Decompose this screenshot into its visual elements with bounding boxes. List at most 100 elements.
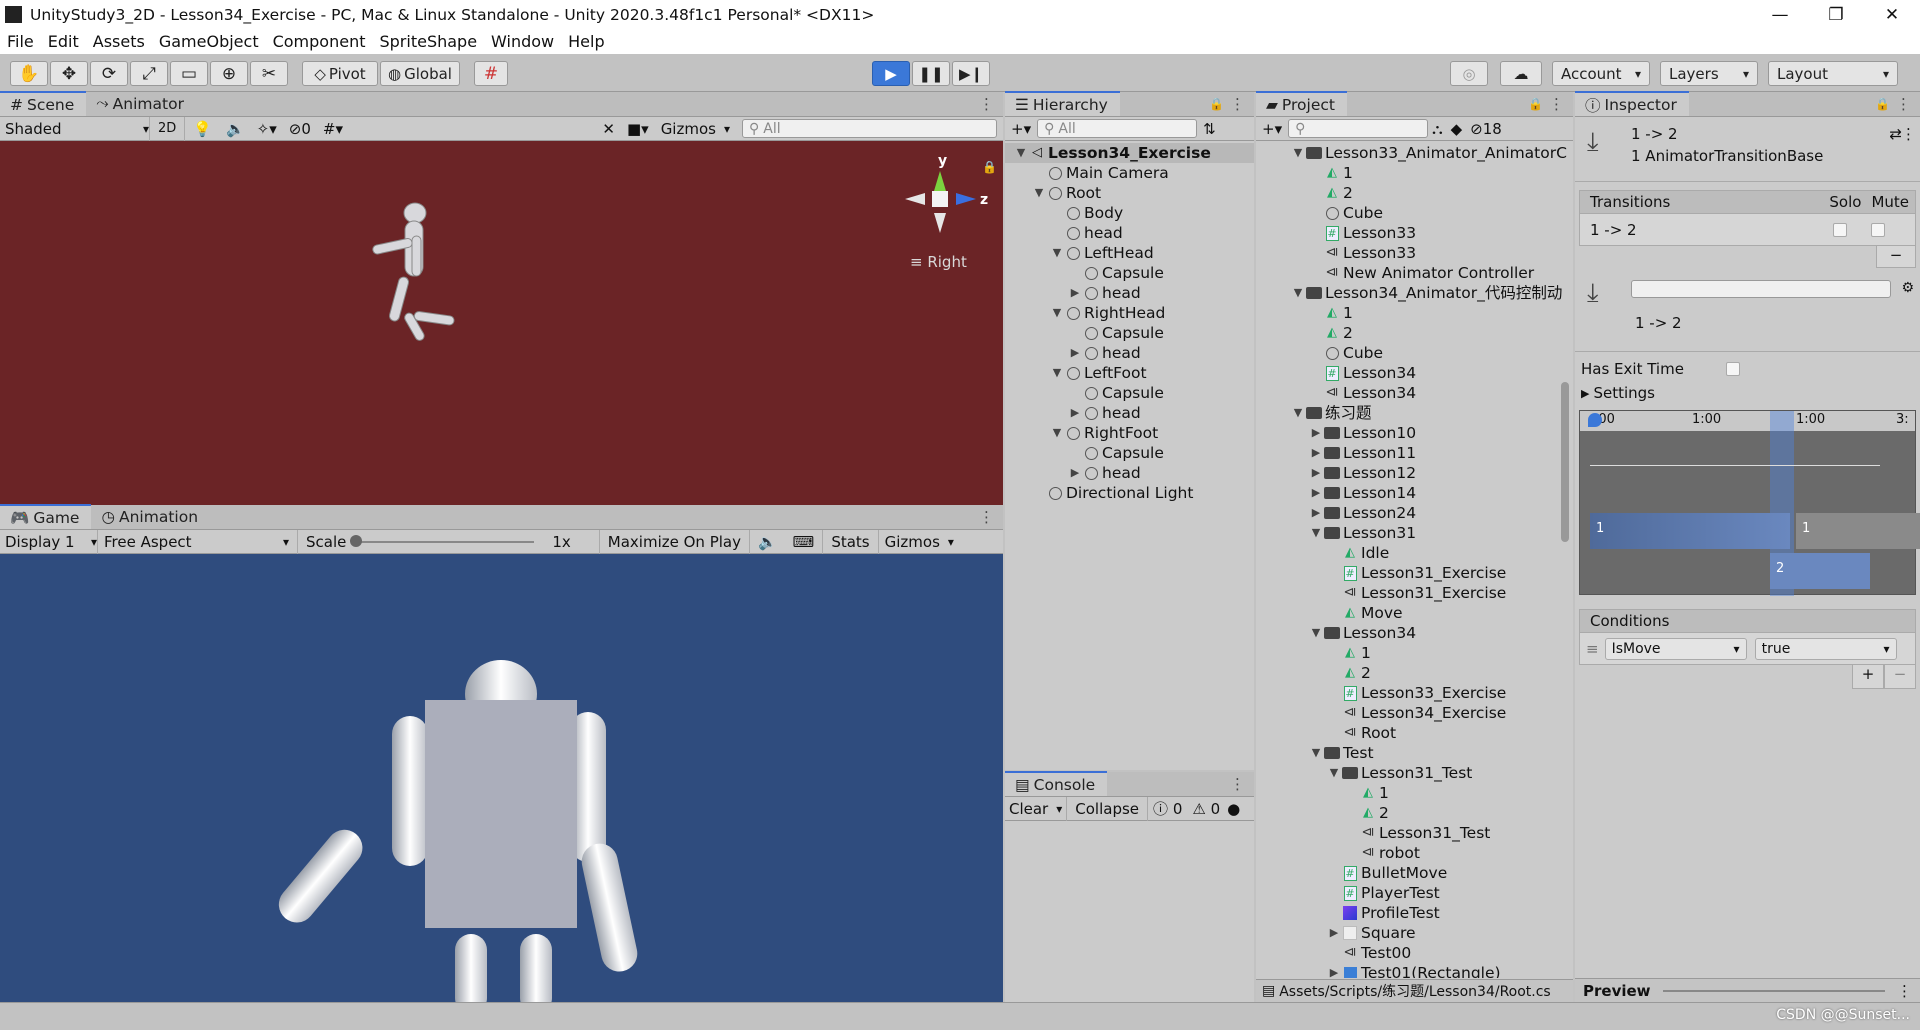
expand-arrow-down-icon[interactable]: ▼ — [1049, 363, 1065, 383]
info-count[interactable]: ⓘ 0 — [1148, 798, 1187, 819]
aspect-dropdown[interactable]: Free Aspect — [98, 529, 298, 554]
lighting-icon[interactable]: 💡 — [185, 120, 220, 138]
warning-count[interactable]: ⚠ 0 — [1187, 800, 1225, 818]
project-item[interactable]: ◭ Move — [1256, 603, 1573, 623]
hierarchy-item[interactable]: Capsule — [1005, 263, 1254, 283]
game-gizmos-dropdown[interactable]: Gizmos — [877, 529, 960, 554]
sort-icon[interactable]: ⇅ — [1197, 120, 1222, 138]
menu-component[interactable]: Component — [266, 32, 373, 51]
clear-button[interactable]: Clear — [1005, 796, 1068, 821]
project-scrollbar-thumb[interactable] — [1561, 382, 1569, 542]
menu-assets[interactable]: Assets — [86, 32, 152, 51]
menu-window[interactable]: Window — [484, 32, 561, 51]
hierarchy-item[interactable]: Body — [1005, 203, 1254, 223]
add-icon[interactable]: +▾ — [1005, 120, 1037, 138]
kebab-icon[interactable]: ⋮ — [979, 95, 1003, 113]
project-item[interactable]: Cube — [1256, 343, 1573, 363]
lock-icon[interactable]: 🔒 — [982, 160, 997, 174]
pause-button[interactable]: ❚❚ — [912, 61, 950, 86]
audio-icon[interactable]: 🔈 — [220, 120, 251, 138]
project-item[interactable]: # PlayerTest — [1256, 883, 1573, 903]
expand-arrow-down-icon[interactable]: ▼ — [1031, 183, 1047, 203]
collapse-toggle[interactable]: Collapse — [1067, 796, 1149, 821]
gear-icon[interactable]: ⚙ — [1901, 280, 1914, 296]
project-item[interactable]: ◭ 1 — [1256, 163, 1573, 183]
expand-arrow-down-icon[interactable]: ▼ — [1290, 403, 1306, 423]
project-item[interactable]: # Lesson31_Exercise — [1256, 563, 1573, 583]
project-item[interactable]: ▶ Lesson12 — [1256, 463, 1573, 483]
expand-arrow-down-icon[interactable]: ▼ — [1326, 763, 1342, 783]
project-item[interactable]: ◭ 1 — [1256, 303, 1573, 323]
project-item[interactable]: ▶ Lesson24 — [1256, 503, 1573, 523]
hidden-packages-icon[interactable]: ⊘18 — [1466, 120, 1506, 138]
clip-bar-source-tail[interactable]: 1 — [1796, 513, 1920, 549]
project-item[interactable]: ⧏ Lesson33 — [1256, 243, 1573, 263]
hierarchy-search-input[interactable]: ⚲ All — [1037, 119, 1198, 138]
project-item[interactable]: ▶ Square — [1256, 923, 1573, 943]
expand-arrow-down-icon[interactable]: ▼ — [1013, 143, 1029, 163]
expand-arrow-down-icon[interactable]: ▼ — [1308, 523, 1324, 543]
project-item[interactable]: ▶ Lesson14 — [1256, 483, 1573, 503]
add-condition-button[interactable]: + — [1852, 665, 1884, 689]
project-item[interactable]: ▼ Lesson31 — [1256, 523, 1573, 543]
expand-arrow-right-icon[interactable]: ▶ — [1326, 923, 1342, 943]
add-icon[interactable]: +▾ — [1256, 120, 1288, 138]
play-button[interactable]: ▶ — [872, 61, 910, 86]
project-item[interactable]: # Lesson34 — [1256, 363, 1573, 383]
hand-tool-icon[interactable]: ✋ — [10, 61, 48, 86]
rotate-tool-icon[interactable]: ⟳ — [90, 61, 128, 86]
expand-arrow-right-icon[interactable]: ▶ — [1326, 963, 1342, 978]
lock-icon[interactable]: 🔒 — [1528, 97, 1543, 111]
custom-tool-icon[interactable]: ✂ — [250, 61, 288, 86]
hierarchy-item[interactable]: ▶ head — [1005, 463, 1254, 483]
project-item[interactable]: ⧏ Test00 — [1256, 943, 1573, 963]
cloud-icon[interactable]: ☁ — [1500, 61, 1542, 86]
project-item[interactable]: ⧏ Lesson31_Exercise — [1256, 583, 1573, 603]
settings-foldout[interactable]: ▶ Settings — [1575, 382, 1920, 404]
project-item[interactable]: ▶ Test01(Rectangle) — [1256, 963, 1573, 978]
transform-tool-icon[interactable]: ⊕ — [210, 61, 248, 86]
expand-arrow-right-icon[interactable]: ▶ — [1067, 283, 1083, 303]
menu-edit[interactable]: Edit — [41, 32, 86, 51]
project-item[interactable]: ◭ 2 — [1256, 323, 1573, 343]
tab-console[interactable]: ▤ Console — [1005, 771, 1108, 796]
filter-type-icon[interactable]: ⛬ — [1428, 120, 1447, 138]
account-dropdown[interactable]: Account — [1552, 61, 1650, 86]
expand-arrow-right-icon[interactable]: ▶ — [1308, 503, 1324, 523]
project-scrollbar[interactable] — [1561, 142, 1571, 972]
tab-project[interactable]: ▰ Project — [1256, 91, 1347, 116]
close-icon[interactable]: ✕ — [1864, 5, 1920, 25]
tools-icon[interactable]: ✕ — [596, 120, 621, 138]
hierarchy-item[interactable]: ▼ LeftHead — [1005, 243, 1254, 263]
condition-parameter-dropdown[interactable]: IsMove — [1604, 637, 1747, 660]
clip-bar-destination[interactable]: 2 — [1770, 553, 1870, 589]
project-item[interactable]: ▶ Lesson11 — [1256, 443, 1573, 463]
project-item[interactable]: ⧏ Lesson31_Test — [1256, 823, 1573, 843]
kebab-icon[interactable]: ⋮ — [1230, 95, 1254, 113]
expand-arrow-right-icon[interactable]: ▶ — [1308, 483, 1324, 503]
timeline-start-marker[interactable] — [1588, 413, 1602, 427]
kebab-icon[interactable]: ⋮ — [1896, 95, 1920, 113]
layers-dropdown[interactable]: Layers — [1660, 61, 1758, 86]
drag-handle-icon[interactable]: ≡ — [1586, 640, 1599, 658]
camera-icon[interactable]: ■▾ — [621, 120, 655, 138]
layout-dropdown[interactable]: Layout — [1768, 61, 1898, 86]
hierarchy-item[interactable]: ▶ head — [1005, 283, 1254, 303]
preview-bar[interactable]: Preview ⋮ — [1575, 978, 1920, 1002]
project-item[interactable]: ⧏ Lesson34_Exercise — [1256, 703, 1573, 723]
remove-transition-button[interactable]: − — [1876, 246, 1916, 268]
clip-bar-source[interactable]: 1 — [1590, 513, 1790, 549]
hierarchy-item[interactable]: head — [1005, 223, 1254, 243]
error-icon[interactable]: ● — [1225, 800, 1242, 818]
shading-dropdown[interactable]: Shaded — [0, 116, 150, 141]
mute-audio-icon[interactable]: 🔈 — [750, 533, 785, 551]
project-item[interactable]: # Lesson33_Exercise — [1256, 683, 1573, 703]
hierarchy-item[interactable]: Capsule — [1005, 383, 1254, 403]
hierarchy-item[interactable]: ▶ head — [1005, 403, 1254, 423]
grid-icon[interactable]: #▾ — [317, 120, 349, 138]
hierarchy-item[interactable]: Directional Light — [1005, 483, 1254, 503]
hierarchy-item[interactable]: Capsule — [1005, 443, 1254, 463]
stats-toggle[interactable]: Stats — [822, 529, 877, 554]
scene-search-input[interactable]: ⚲ All — [742, 119, 997, 138]
project-item[interactable]: ▼ Lesson34_Animator_代码控制动 — [1256, 283, 1573, 303]
